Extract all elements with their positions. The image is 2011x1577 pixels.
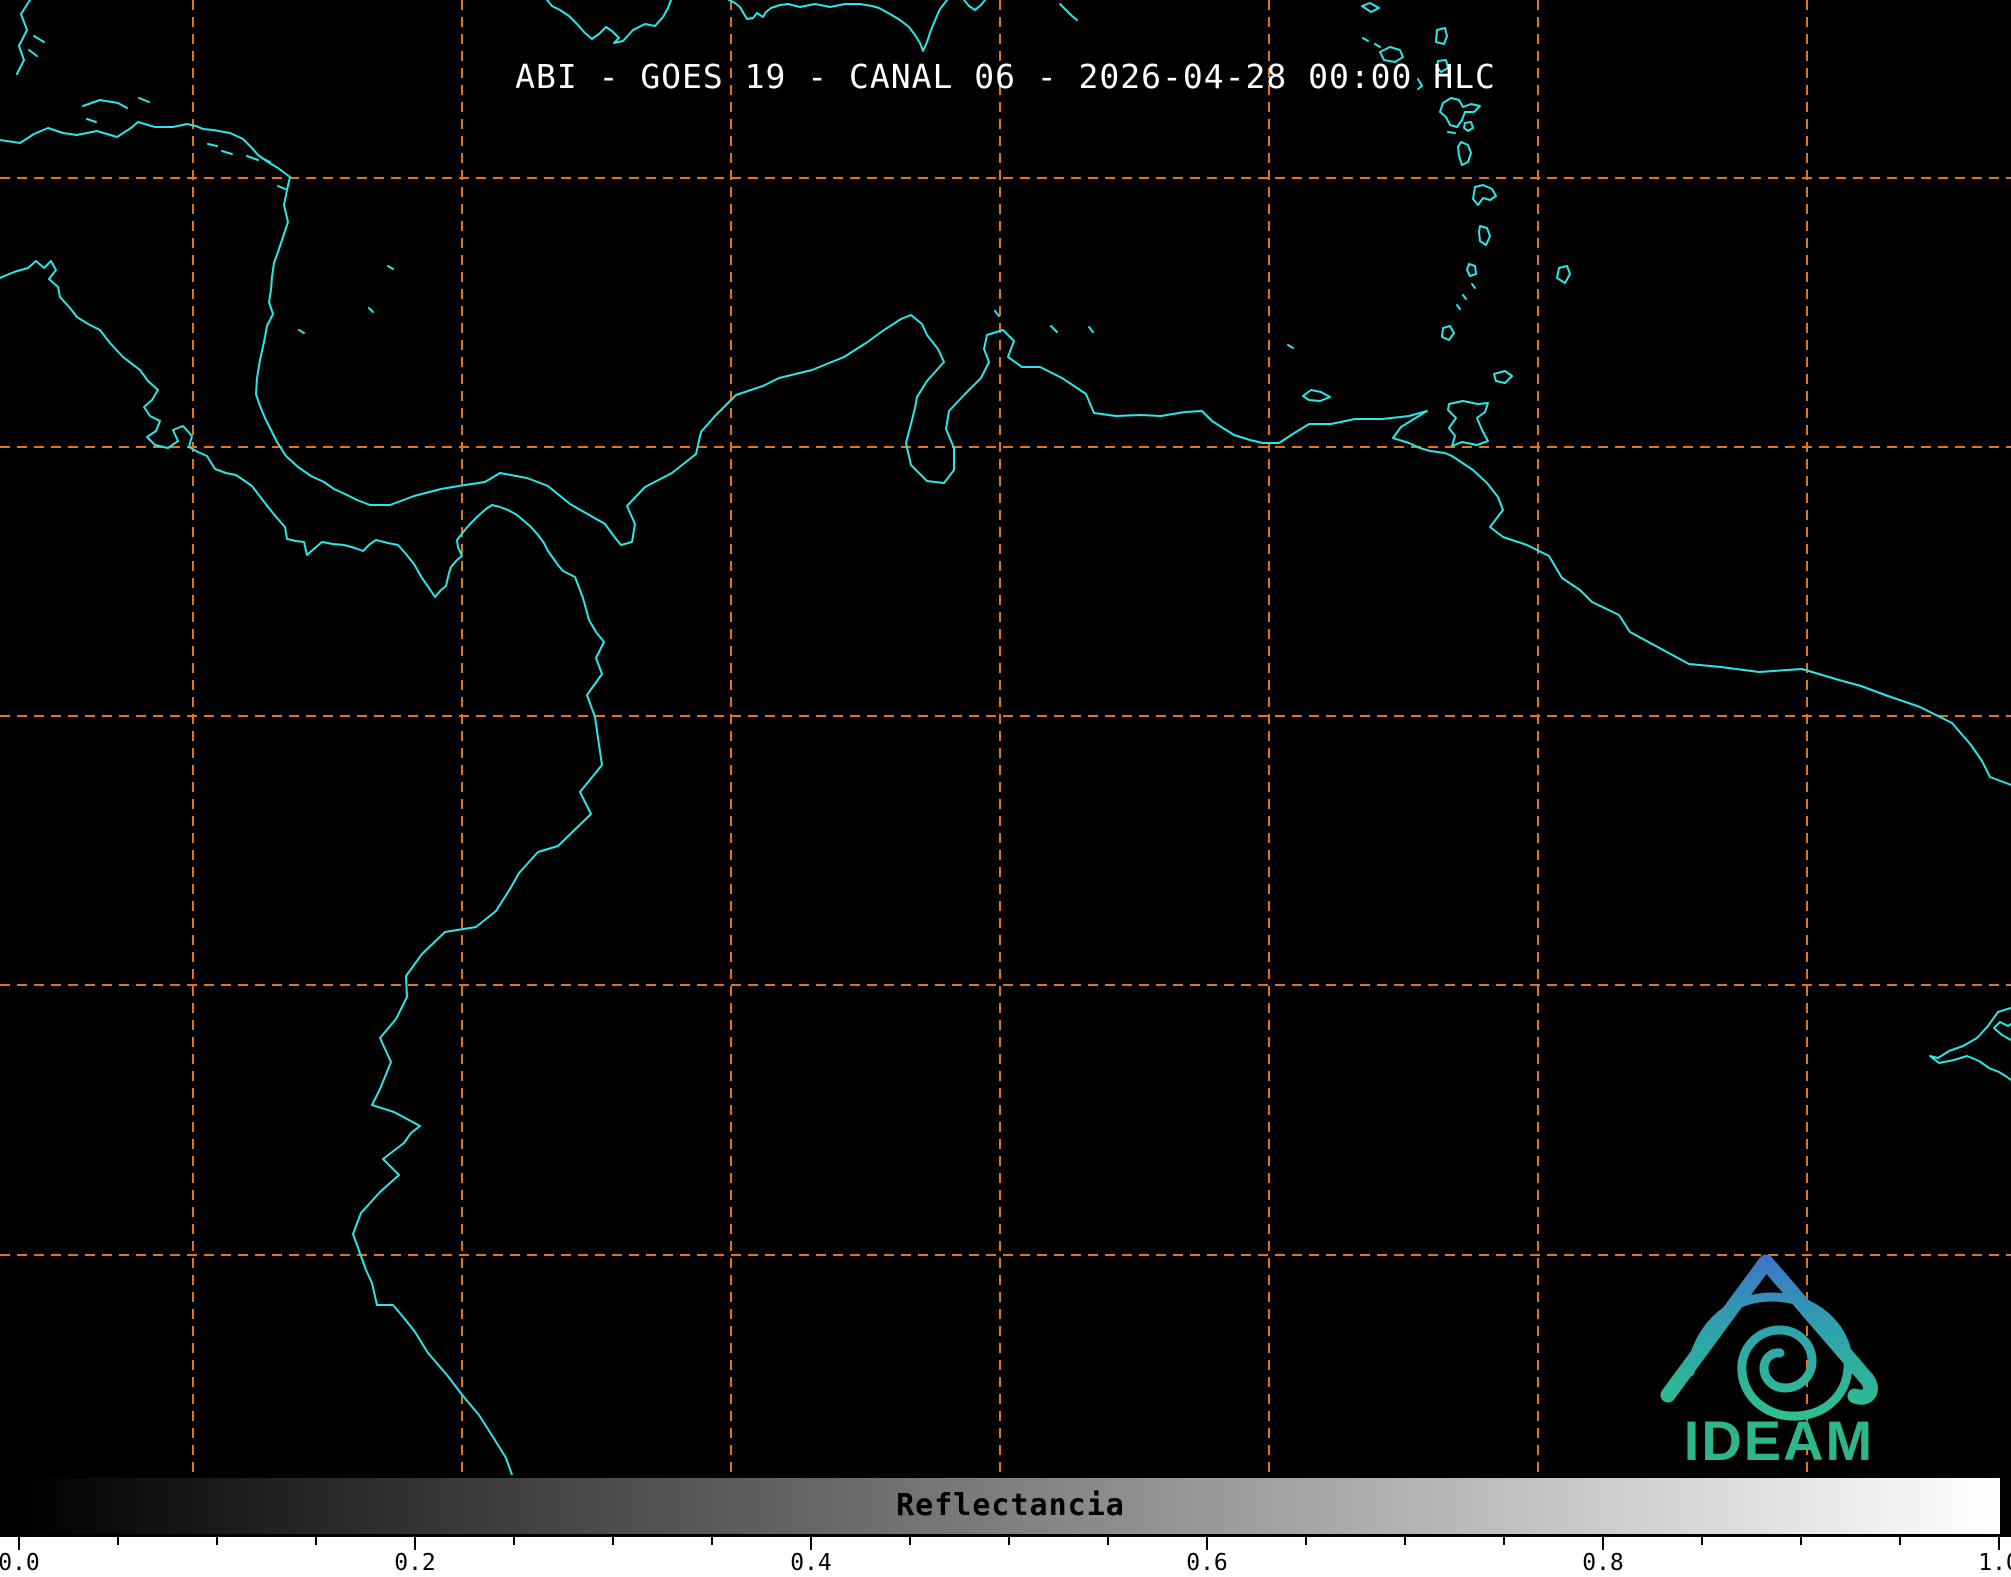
colorbar-tick bbox=[612, 1537, 614, 1545]
colorbar-tick-label: 0.8 bbox=[1582, 1550, 1624, 1576]
colorbar-tick bbox=[1206, 1537, 1208, 1550]
reflectance-colorbar: Reflectancia bbox=[18, 1475, 2003, 1537]
colorbar-tick bbox=[1305, 1537, 1307, 1545]
colorbar-tick bbox=[1008, 1537, 1010, 1545]
colorbar-tick-label: 0.2 bbox=[394, 1550, 436, 1576]
colorbar-tick bbox=[711, 1537, 713, 1545]
colorbar-tick-label: 1.0 bbox=[1978, 1550, 2011, 1576]
colorbar-tick bbox=[18, 1537, 20, 1550]
ideam-mountain-icon bbox=[1660, 1254, 1878, 1421]
colorbar-tick bbox=[909, 1537, 911, 1545]
colorbar-tick bbox=[1602, 1537, 1604, 1550]
ideam-logo: IDEAM bbox=[1660, 1254, 1878, 1472]
colorbar-tick-label: 0.0 bbox=[0, 1550, 40, 1576]
colorbar-tick bbox=[117, 1537, 119, 1545]
colorbar-tick bbox=[1800, 1537, 1802, 1545]
ideam-logo-text: IDEAM bbox=[1684, 1409, 1874, 1472]
colorbar-tick bbox=[1503, 1537, 1505, 1545]
colorbar-tick bbox=[1998, 1537, 2000, 1550]
colorbar-tick bbox=[1107, 1537, 1109, 1545]
colorbar-axis: 0.0 0.2 0.4 0.6 0.8 1.0 bbox=[0, 1537, 2011, 1577]
colorbar-tick bbox=[315, 1537, 317, 1545]
colorbar-label: Reflectancia bbox=[896, 1488, 1125, 1523]
satellite-image-viewport: ABI - GOES 19 - CANAL 06 - 2026-04-28 00… bbox=[0, 0, 2011, 1577]
colorbar-tick bbox=[1404, 1537, 1406, 1545]
colorbar-tick bbox=[1899, 1537, 1901, 1545]
colorbar-tick bbox=[1701, 1537, 1703, 1545]
colorbar-tick-label: 0.4 bbox=[790, 1550, 832, 1576]
colorbar-tick bbox=[513, 1537, 515, 1545]
colorbar-tick bbox=[414, 1537, 416, 1550]
colorbar-tick-label: 0.6 bbox=[1186, 1550, 1228, 1576]
colorbar-tick bbox=[216, 1537, 218, 1545]
colorbar-tick bbox=[810, 1537, 812, 1550]
